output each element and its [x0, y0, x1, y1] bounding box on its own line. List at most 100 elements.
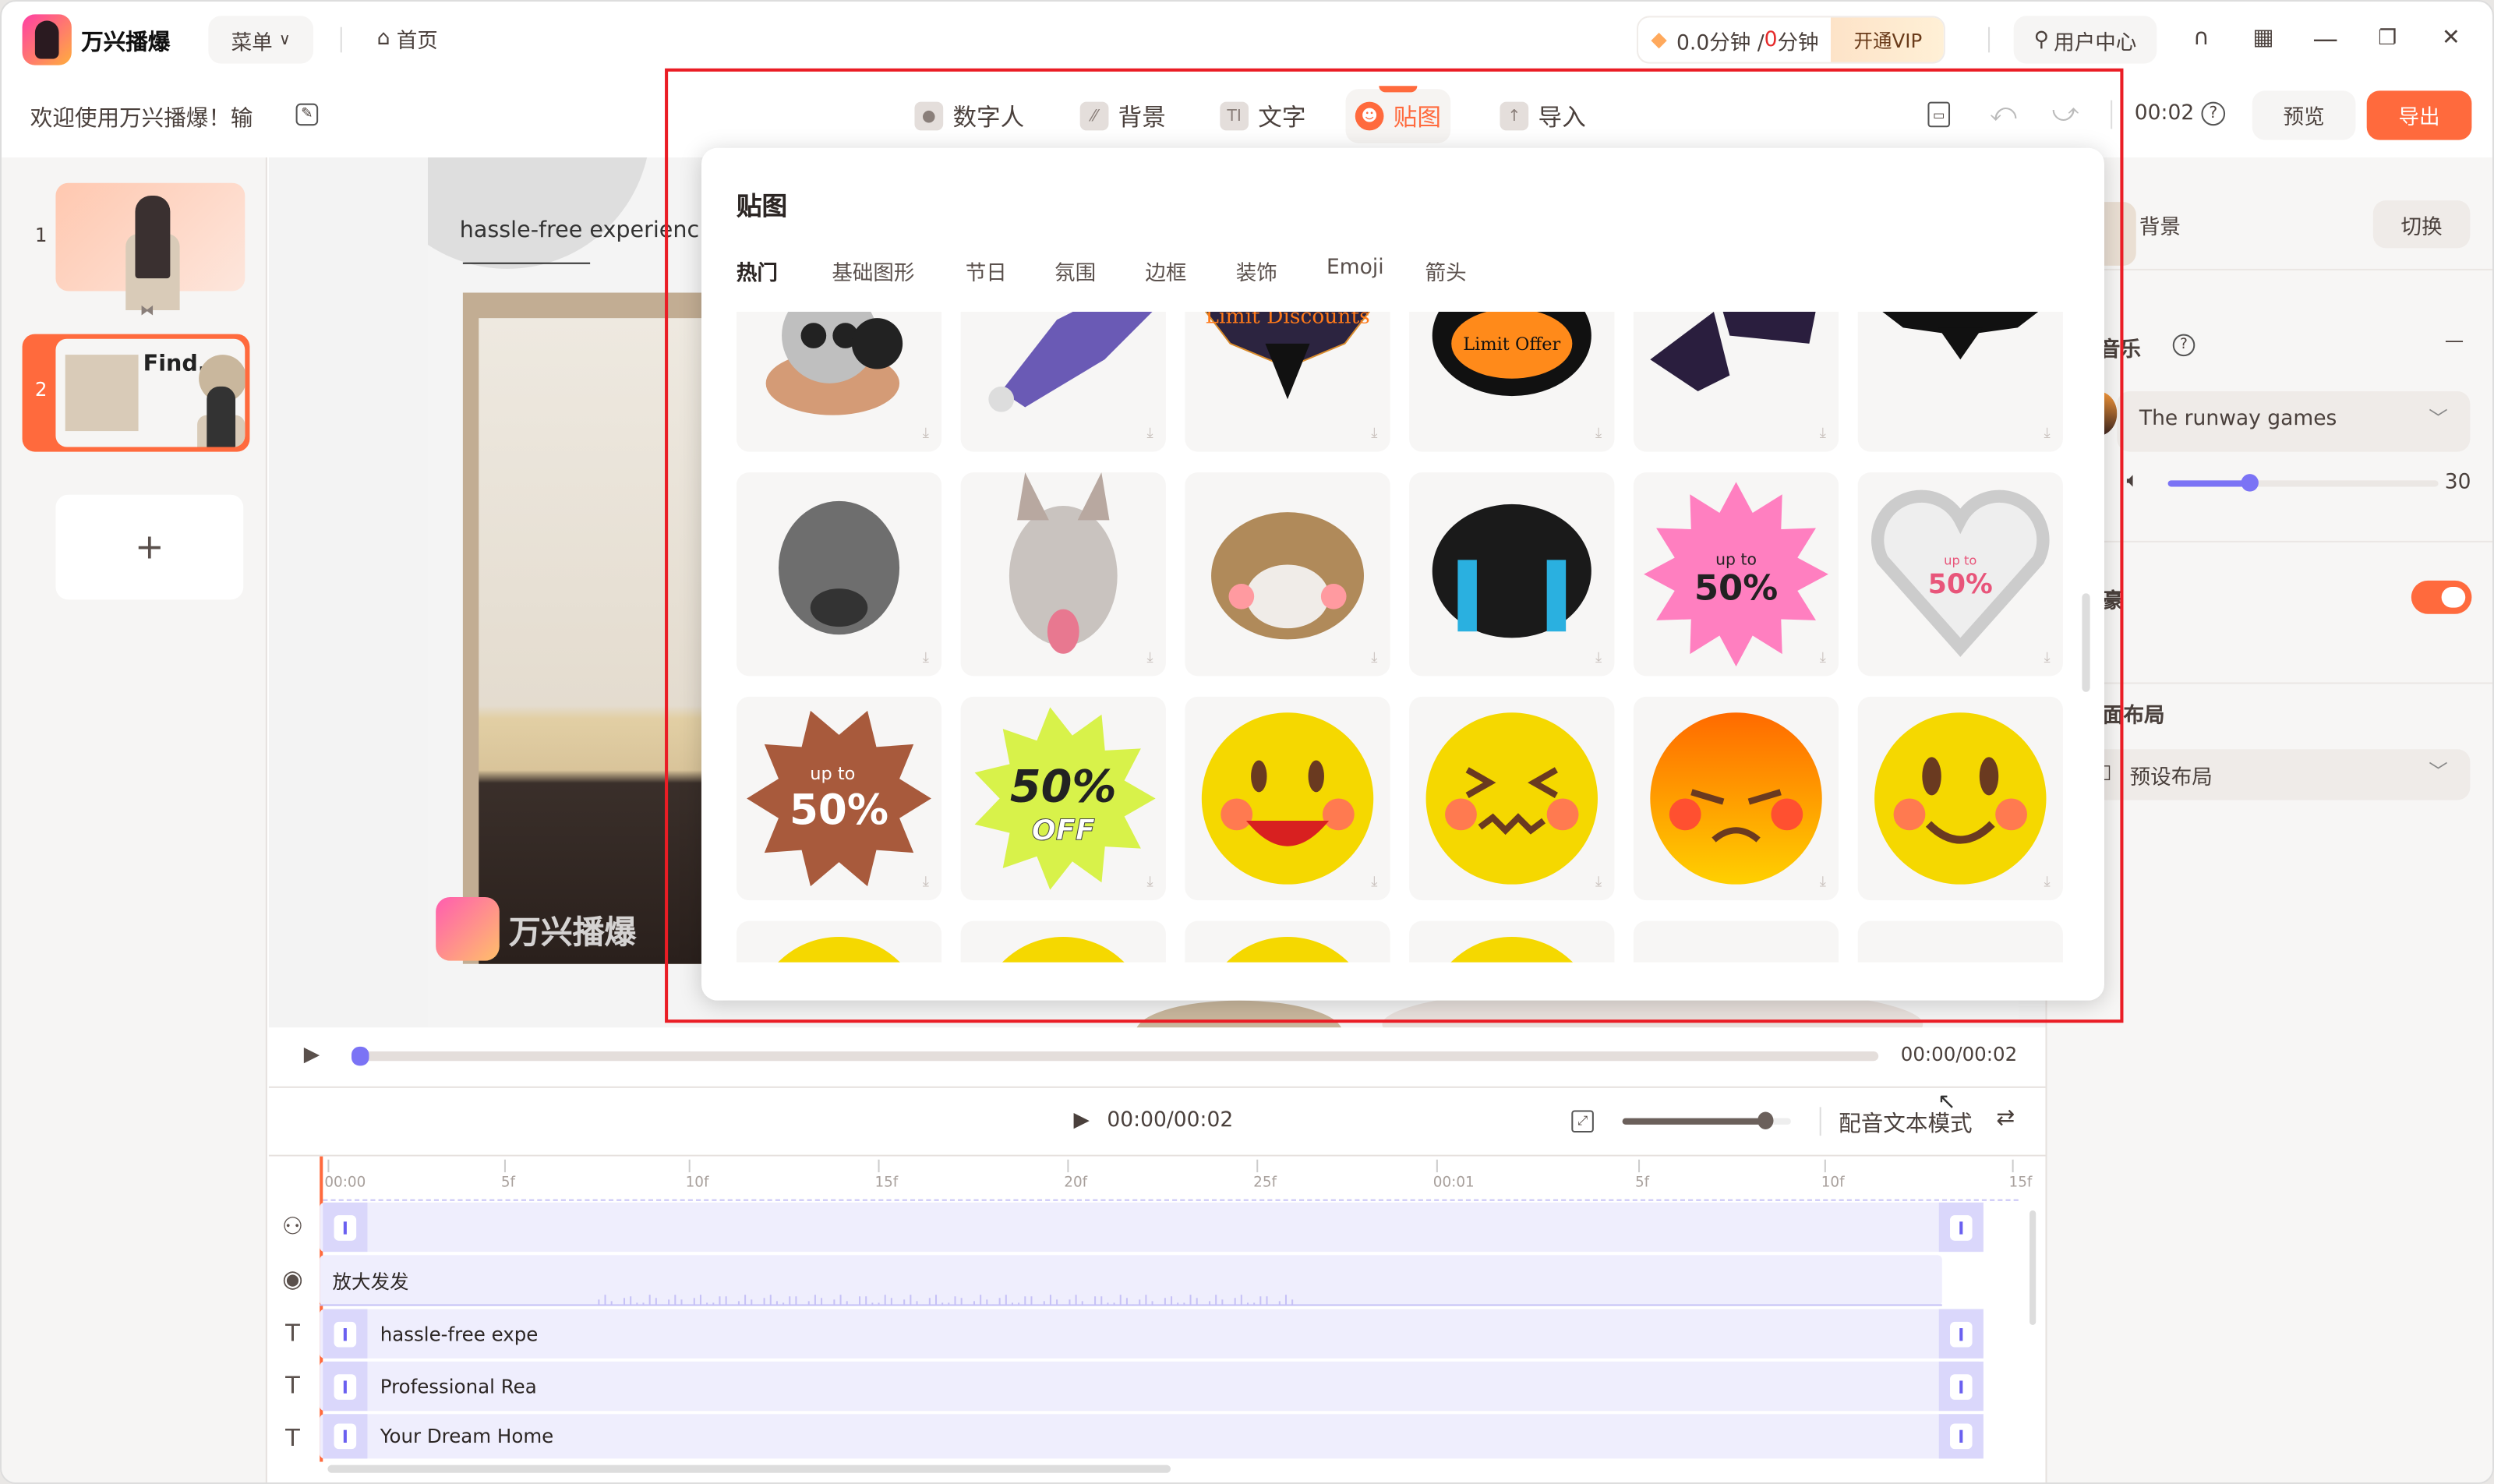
sticker-tab[interactable]: 箭头 — [1425, 256, 1467, 287]
sticker-pumpkin[interactable]: Limit Offer ⤓ — [1409, 311, 1615, 452]
clip-right-handle[interactable] — [1938, 1309, 1984, 1359]
sticker-tab[interactable]: 热门 — [737, 256, 778, 287]
swap-icon[interactable]: ⇄ — [1996, 1105, 2015, 1131]
collapse-icon[interactable]: — — [2445, 329, 2464, 352]
slide-thumbnail-1[interactable] — [55, 182, 246, 292]
sticker-emoji-partial[interactable]: ⤓ — [1185, 920, 1390, 963]
clip-left-handle[interactable] — [323, 1414, 368, 1459]
transition-icon[interactable]: ⧓ — [140, 304, 154, 320]
menu-button[interactable]: 菜单 ∨ — [208, 16, 314, 64]
music-select[interactable]: The runway games ﹀ — [2117, 391, 2471, 452]
sticker-emoji-squint[interactable]: ⤓ — [1409, 696, 1615, 901]
clip-left-handle[interactable] — [323, 1309, 368, 1359]
download-icon[interactable]: ⤓ — [1371, 651, 1377, 666]
clip-right-handle[interactable] — [1938, 1202, 1984, 1253]
layout-select[interactable]: ▯ 预设布局 ﹀ — [2079, 749, 2471, 800]
download-icon[interactable]: ⤓ — [2044, 874, 2050, 890]
help-icon[interactable]: ? — [2201, 101, 2226, 126]
help-icon[interactable]: ? — [2172, 334, 2195, 357]
sticker-dog-bulldog[interactable]: ⤓ — [960, 472, 1166, 677]
download-icon[interactable]: ⤓ — [1595, 426, 1602, 442]
timeline-vertical-scrollbar[interactable] — [2029, 1210, 2037, 1325]
sticker-tab[interactable]: 节日 — [966, 256, 1007, 287]
sticker-emoji-laugh[interactable]: ⤓ — [1185, 696, 1390, 901]
download-icon[interactable]: ⤓ — [2044, 651, 2050, 666]
edit-icon[interactable]: ✎ — [295, 103, 319, 126]
sticker-burst-pink[interactable]: up to 50% ⤓ — [1633, 472, 1839, 677]
download-icon[interactable]: ⤓ — [1146, 426, 1153, 442]
download-icon[interactable]: ⤓ — [2044, 426, 2050, 442]
sticker-tab[interactable]: 基础图形 — [832, 256, 914, 287]
sticker-tab[interactable]: 装饰 — [1236, 256, 1277, 287]
download-icon[interactable]: ⤓ — [923, 874, 929, 890]
sticker-dog-pug-crying[interactable]: ⤓ — [1409, 472, 1615, 677]
sticker-bat-banner[interactable]: Limit Discounts ⤓ — [1185, 311, 1390, 452]
slide-item-2[interactable]: 2 Find. — [22, 334, 250, 452]
tool-sticker[interactable]: ☻ 贴图 — [1345, 86, 1451, 143]
undo-icon[interactable]: ⤺ — [1990, 97, 2017, 129]
sticker-scrollbar[interactable] — [2082, 593, 2090, 692]
preview-button[interactable]: 预览 — [2252, 90, 2356, 140]
download-icon[interactable]: ⤓ — [1820, 426, 1826, 442]
home-button[interactable]: ⌂ 首页 — [377, 24, 438, 55]
sticker-tab[interactable]: 边框 — [1145, 256, 1186, 287]
sticker-blank[interactable] — [1857, 920, 2063, 963]
tool-text[interactable]: TI 文字 — [1210, 94, 1316, 138]
download-icon[interactable]: ⤓ — [1820, 874, 1826, 890]
sticker-emoji-angry[interactable]: ⤓ — [1633, 696, 1839, 901]
download-icon[interactable]: ⤓ — [1595, 651, 1602, 666]
sticker-skull-hand[interactable]: ⤓ — [736, 311, 942, 452]
vip-button[interactable]: 开通VIP — [1831, 17, 1945, 62]
tool-background[interactable]: ⁄⁄ 背景 — [1070, 94, 1175, 138]
track-clip[interactable] — [320, 1202, 1984, 1253]
toggle-switch[interactable] — [2411, 580, 2472, 614]
sticker-emoji-partial[interactable]: ⤓ — [960, 920, 1166, 963]
sticker-heart[interactable]: up to 50% ⤓ — [1857, 472, 2063, 677]
grid-icon[interactable]: ▦ — [2249, 24, 2278, 53]
audio-track-clip[interactable]: 放大发发 — [320, 1255, 1942, 1306]
download-icon[interactable]: ⤓ — [1595, 874, 1602, 890]
clip-right-handle[interactable] — [1938, 1361, 1984, 1412]
sticker-burst-green[interactable]: 50% OFF ⤓ — [960, 696, 1166, 901]
add-slide-button[interactable]: + — [55, 494, 244, 600]
sticker-tab[interactable]: 氛围 — [1054, 256, 1096, 287]
canvas-text[interactable]: hassle-free experienc — [460, 218, 699, 244]
download-icon[interactable]: ⤓ — [923, 426, 929, 442]
sticker-burst-brown[interactable]: up to 50% ⤓ — [736, 696, 942, 901]
download-icon[interactable]: ⤓ — [1146, 651, 1153, 666]
minimize-icon[interactable]: — — [2311, 23, 2340, 54]
download-icon[interactable]: ⤓ — [923, 651, 929, 666]
clip-left-handle[interactable] — [323, 1202, 368, 1253]
save-icon[interactable]: ▭ — [1927, 101, 1951, 128]
project-title[interactable]: 欢迎使用万兴播爆！输 — [30, 102, 253, 134]
sticker-blank[interactable] — [1633, 920, 1839, 963]
sticker-emoji-partial[interactable]: ⤓ — [1409, 920, 1615, 963]
timeline-horizontal-scrollbar[interactable] — [327, 1465, 1171, 1473]
sticker-emoji-smile[interactable]: ⤓ — [1857, 696, 2063, 901]
sticker-bat-black[interactable]: Exclusive Offer ⤓ — [1857, 311, 2063, 452]
track-clip[interactable]: Your Dream Home — [320, 1414, 1984, 1459]
clip-left-handle[interactable] — [323, 1361, 368, 1412]
switch-background-button[interactable]: 切换 — [2372, 200, 2471, 249]
close-icon[interactable]: ✕ — [2437, 24, 2466, 53]
download-icon[interactable]: ⤓ — [1371, 874, 1377, 890]
sticker-emoji-partial[interactable]: ⤓ — [736, 920, 942, 963]
zoom-slider[interactable] — [1622, 1111, 1791, 1129]
download-icon[interactable]: ⤓ — [1820, 651, 1826, 666]
clip-right-handle[interactable] — [1938, 1414, 1984, 1459]
volume-slider[interactable] — [2167, 474, 2439, 492]
restore-icon[interactable]: ❐ — [2373, 24, 2402, 53]
progress-slider[interactable] — [351, 1046, 1879, 1066]
timeline-play-icon[interactable]: ▶ — [1074, 1108, 1090, 1132]
download-icon[interactable]: ⤓ — [1371, 426, 1377, 442]
tool-avatar[interactable]: ● 数字人 — [905, 94, 1033, 138]
redo-icon[interactable]: ⤻ — [2052, 97, 2079, 129]
sticker-dog-yorkie[interactable]: ⤓ — [1185, 472, 1390, 677]
download-icon[interactable]: ⤓ — [1146, 874, 1153, 890]
tool-import[interactable]: ↑ 导入 — [1490, 94, 1595, 138]
track-clip[interactable]: hassle-free expe — [320, 1309, 1984, 1359]
sticker-zombie-hand[interactable]: ⤓ — [960, 311, 1166, 452]
user-center-button[interactable]: ⚲ 用户中心 — [2013, 16, 2157, 64]
track-clip[interactable]: Professional Rea — [320, 1361, 1984, 1412]
fit-icon[interactable]: ⤢ — [1571, 1110, 1594, 1133]
